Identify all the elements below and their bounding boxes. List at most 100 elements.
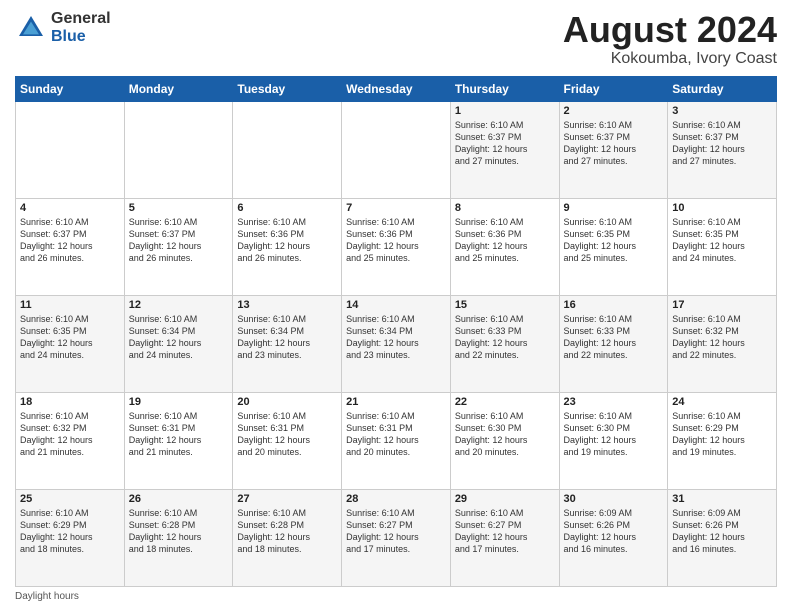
day-number: 16 [564,299,664,311]
day-info: Sunrise: 6:10 AMSunset: 6:31 PMDaylight:… [237,410,337,459]
day-number: 8 [455,202,555,214]
day-info: Sunrise: 6:10 AMSunset: 6:35 PMDaylight:… [20,313,120,362]
calendar-cell-week4-day5: 22 Sunrise: 6:10 AMSunset: 6:30 PMDayligh… [450,392,559,489]
day-number: 5 [129,202,229,214]
day-info: Sunrise: 6:10 AMSunset: 6:32 PMDaylight:… [672,313,772,362]
weekday-header-sunday: Sunday [16,76,125,101]
day-number: 19 [129,396,229,408]
day-info: Sunrise: 6:10 AMSunset: 6:37 PMDaylight:… [20,216,120,265]
logo-blue: Blue [51,28,111,46]
weekday-header-wednesday: Wednesday [342,76,451,101]
calendar-week-1: 1 Sunrise: 6:10 AMSunset: 6:37 PMDaylight… [16,101,777,198]
calendar-cell-week1-day5: 1Sunrise: 6:10 AMSunset: 6:37 PMDaylight… [450,101,559,198]
calendar-cell-week3-day1: 11 Sunrise: 6:10 AMSunset: 6:35 PMDayligh… [16,295,125,392]
day-number: 10 [672,202,772,214]
day-info: Sunrise: 6:10 AMSunset: 6:36 PMDaylight:… [237,216,337,265]
calendar-cell-week1-day4 [342,101,451,198]
calendar-week-3: 11 Sunrise: 6:10 AMSunset: 6:35 PMDayligh… [16,295,777,392]
day-number: 13 [237,299,337,311]
day-number: 25 [20,493,120,505]
calendar-cell-week1-day1 [16,101,125,198]
day-number: 4 [20,202,120,214]
logo-general: General [51,10,111,28]
day-info: Sunrise: 6:10 AMSunset: 6:28 PMDaylight:… [237,507,337,556]
calendar-week-4: 18 Sunrise: 6:10 AMSunset: 6:32 PMDayligh… [16,392,777,489]
day-number: 18 [20,396,120,408]
footer: Daylight hours [15,587,777,602]
day-number: 12 [129,299,229,311]
calendar-cell-week5-day3: 27Sunrise: 6:10 AMSunset: 6:28 PMDayligh… [233,489,342,586]
day-number: 30 [564,493,664,505]
calendar-cell-week4-day4: 21Sunrise: 6:10 AMSunset: 6:31 PMDayligh… [342,392,451,489]
calendar-body: 1 Sunrise: 6:10 AMSunset: 6:37 PMDaylight… [16,101,777,586]
day-info: Sunrise: 6:10 AMSunset: 6:37 PMDaylight:… [564,119,664,168]
day-number: 23 [564,396,664,408]
calendar-cell-week2-day2: 5Sunrise: 6:10 AMSunset: 6:37 PMDaylight… [124,198,233,295]
day-info: Sunrise: 6:10 AMSunset: 6:33 PMDaylight:… [455,313,555,362]
calendar-cell-week4-day3: 20 Sunrise: 6:10 AMSunset: 6:31 PMDayligh… [233,392,342,489]
day-info: Sunrise: 6:09 AMSunset: 6:26 PMDaylight:… [672,507,772,556]
day-number: 9 [564,202,664,214]
day-number: 7 [346,202,446,214]
day-number: 15 [455,299,555,311]
day-info: Sunrise: 6:10 AMSunset: 6:34 PMDaylight:… [237,313,337,362]
logo-text: General Blue [51,10,111,45]
calendar-cell-week5-day1: 25Sunrise: 6:10 AMSunset: 6:29 PMDayligh… [16,489,125,586]
calendar-cell-week4-day7: 24Sunrise: 6:10 AMSunset: 6:29 PMDayligh… [668,392,777,489]
calendar-subtitle: Kokoumba, Ivory Coast [563,50,777,68]
day-info: Sunrise: 6:10 AMSunset: 6:36 PMDaylight:… [346,216,446,265]
calendar-cell-week3-day4: 14 Sunrise: 6:10 AMSunset: 6:34 PMDayligh… [342,295,451,392]
calendar-cell-week3-day5: 15 Sunrise: 6:10 AMSunset: 6:33 PMDayligh… [450,295,559,392]
calendar-cell-week2-day5: 8Sunrise: 6:10 AMSunset: 6:36 PMDaylight… [450,198,559,295]
day-number: 28 [346,493,446,505]
day-number: 22 [455,396,555,408]
calendar-cell-week2-day3: 6 Sunrise: 6:10 AMSunset: 6:36 PMDaylight… [233,198,342,295]
calendar-cell-week2-day4: 7 Sunrise: 6:10 AMSunset: 6:36 PMDaylight… [342,198,451,295]
day-info: Sunrise: 6:10 AMSunset: 6:30 PMDaylight:… [455,410,555,459]
day-number: 29 [455,493,555,505]
page: General Blue August 2024 Kokoumba, Ivory… [0,0,792,612]
logo-icon [15,12,47,44]
day-info: Sunrise: 6:09 AMSunset: 6:26 PMDaylight:… [564,507,664,556]
calendar-cell-week5-day2: 26Sunrise: 6:10 AMSunset: 6:28 PMDayligh… [124,489,233,586]
calendar-cell-week5-day5: 29Sunrise: 6:10 AMSunset: 6:27 PMDayligh… [450,489,559,586]
daylight-label: Daylight hours [15,591,79,602]
weekday-header-row: SundayMondayTuesdayWednesdayThursdayFrid… [16,76,777,101]
day-info: Sunrise: 6:10 AMSunset: 6:35 PMDaylight:… [564,216,664,265]
day-info: Sunrise: 6:10 AMSunset: 6:37 PMDaylight:… [672,119,772,168]
weekday-header-monday: Monday [124,76,233,101]
calendar-cell-week3-day6: 16 Sunrise: 6:10 AMSunset: 6:33 PMDayligh… [559,295,668,392]
day-number: 1 [455,105,555,117]
day-info: Sunrise: 6:10 AMSunset: 6:34 PMDaylight:… [346,313,446,362]
day-info: Sunrise: 6:10 AMSunset: 6:28 PMDaylight:… [129,507,229,556]
day-number: 2 [564,105,664,117]
day-number: 3 [672,105,772,117]
calendar-cell-week3-day3: 13 Sunrise: 6:10 AMSunset: 6:34 PMDayligh… [233,295,342,392]
weekday-header-thursday: Thursday [450,76,559,101]
calendar-cell-week1-day2 [124,101,233,198]
calendar-cell-week2-day7: 10Sunrise: 6:10 AMSunset: 6:35 PMDayligh… [668,198,777,295]
day-number: 6 [237,202,337,214]
day-info: Sunrise: 6:10 AMSunset: 6:33 PMDaylight:… [564,313,664,362]
day-info: Sunrise: 6:10 AMSunset: 6:31 PMDaylight:… [129,410,229,459]
logo: General Blue [15,10,111,45]
calendar-week-5: 25Sunrise: 6:10 AMSunset: 6:29 PMDayligh… [16,489,777,586]
weekday-header-friday: Friday [559,76,668,101]
day-info: Sunrise: 6:10 AMSunset: 6:32 PMDaylight:… [20,410,120,459]
calendar-cell-week3-day7: 17Sunrise: 6:10 AMSunset: 6:32 PMDayligh… [668,295,777,392]
day-number: 20 [237,396,337,408]
title-block: August 2024 Kokoumba, Ivory Coast [563,10,777,68]
calendar-cell-week1-day7: 3 Sunrise: 6:10 AMSunset: 6:37 PMDaylight… [668,101,777,198]
day-info: Sunrise: 6:10 AMSunset: 6:29 PMDaylight:… [672,410,772,459]
calendar-cell-week5-day6: 30 Sunrise: 6:09 AMSunset: 6:26 PMDayligh… [559,489,668,586]
day-info: Sunrise: 6:10 AMSunset: 6:34 PMDaylight:… [129,313,229,362]
weekday-header-tuesday: Tuesday [233,76,342,101]
day-number: 31 [672,493,772,505]
day-number: 14 [346,299,446,311]
calendar-cell-week2-day1: 4 Sunrise: 6:10 AMSunset: 6:37 PMDaylight… [16,198,125,295]
calendar-header: SundayMondayTuesdayWednesdayThursdayFrid… [16,76,777,101]
calendar-table: SundayMondayTuesdayWednesdayThursdayFrid… [15,76,777,587]
day-number: 11 [20,299,120,311]
calendar-cell-week5-day7: 31 Sunrise: 6:09 AMSunset: 6:26 PMDayligh… [668,489,777,586]
day-info: Sunrise: 6:10 AMSunset: 6:30 PMDaylight:… [564,410,664,459]
